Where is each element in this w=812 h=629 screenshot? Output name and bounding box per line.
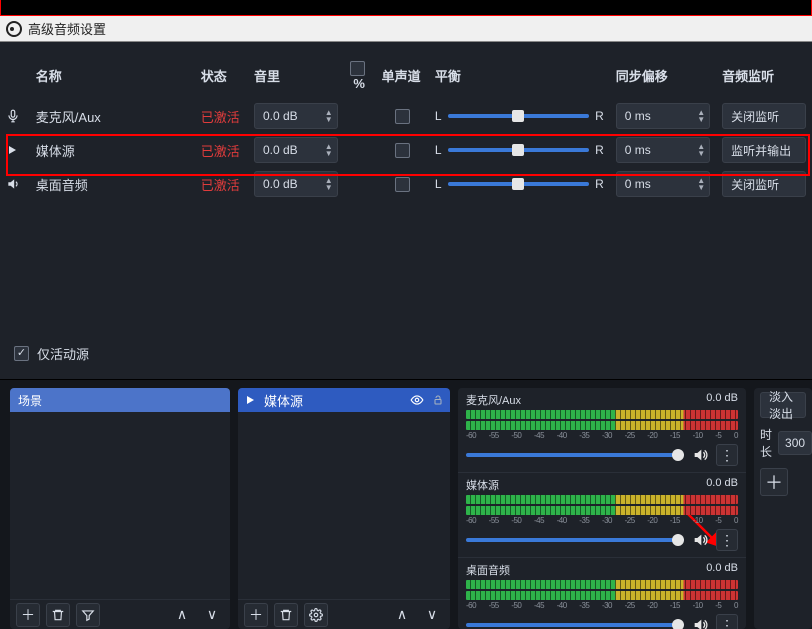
mixer-channel: 媒体源 0.0 dB -60-55-50-45-40-35-30-25-20-15… — [458, 473, 746, 558]
scene-filters-button[interactable] — [76, 603, 100, 627]
add-transition-button[interactable]: ＋ — [760, 468, 788, 496]
monitor-dropdown[interactable]: 监听并输出 — [722, 137, 806, 163]
header-sync: 同步偏移 — [610, 52, 716, 99]
source-name: 桌面音频 — [30, 167, 195, 201]
balance-left-label: L — [435, 177, 442, 191]
source-item-media[interactable]: 媒体源 — [238, 388, 450, 412]
obs-logo-icon — [6, 21, 22, 37]
volume-slider[interactable] — [466, 453, 684, 457]
db-scale: -60-55-50-45-40-35-30-25-20-15-10-50 — [466, 516, 738, 525]
balance-left-label: L — [435, 143, 442, 157]
volume-spinbox[interactable]: 0.0 dB▲▼ — [254, 171, 338, 197]
duration-input[interactable]: 300 — [778, 431, 812, 455]
scene-item[interactable]: 场景 — [10, 388, 230, 412]
header-name: 名称 — [30, 52, 195, 99]
volume-slider[interactable] — [466, 623, 684, 627]
source-type-icon — [0, 99, 30, 133]
source-name: 麦克风/Aux — [30, 99, 195, 133]
balance-slider[interactable] — [448, 148, 590, 152]
channel-name: 桌面音频 — [466, 562, 510, 578]
balance-right-label: R — [595, 109, 604, 123]
delete-scene-button[interactable] — [46, 603, 70, 627]
speaker-icon[interactable] — [692, 447, 708, 463]
level-meter — [466, 580, 738, 589]
scenes-panel: 场景 ＋ ∧ ∨ — [10, 388, 230, 629]
channel-name: 媒体源 — [466, 477, 499, 493]
channel-menu-button[interactable]: ⋮ — [716, 444, 738, 466]
add-source-button[interactable]: ＋ — [244, 603, 268, 627]
sync-offset-spinbox[interactable]: 0 ms▲▼ — [616, 137, 710, 163]
channel-menu-button[interactable]: ⋮ — [716, 529, 738, 551]
mono-checkbox[interactable] — [395, 109, 410, 124]
level-meter — [466, 421, 738, 430]
source-item-label: 媒体源 — [264, 391, 303, 410]
speaker-icon[interactable] — [692, 617, 708, 629]
header-volume: 音里 — [248, 52, 344, 99]
lock-icon[interactable] — [432, 394, 444, 406]
audio-mixer-panel: 麦克风/Aux 0.0 dB -60-55-50-45-40-35-30-25-2… — [458, 388, 746, 629]
eye-icon[interactable] — [410, 393, 424, 407]
volume-spinbox[interactable]: 0.0 dB▲▼ — [254, 137, 338, 163]
channel-name: 麦克风/Aux — [466, 392, 521, 408]
balance-left-label: L — [435, 109, 442, 123]
dialog-title: 高级音频设置 — [28, 19, 106, 38]
channel-menu-button[interactable]: ⋮ — [716, 614, 738, 629]
scene-down-button[interactable]: ∨ — [200, 603, 224, 627]
dialog-title-bar[interactable]: 高级音频设置 — [0, 16, 812, 42]
mixer-channel: 麦克风/Aux 0.0 dB -60-55-50-45-40-35-30-25-2… — [458, 388, 746, 473]
add-scene-button[interactable]: ＋ — [16, 603, 40, 627]
status-label: 已激活 — [195, 167, 248, 201]
source-down-button[interactable]: ∨ — [420, 603, 444, 627]
sources-panel: 媒体源 ＋ ∧ ∨ — [238, 388, 450, 629]
scene-up-button[interactable]: ∧ — [170, 603, 194, 627]
transition-dropdown[interactable]: 淡入淡出 — [760, 392, 806, 418]
source-name: 媒体源 — [30, 133, 195, 167]
volume-slider[interactable] — [466, 538, 684, 542]
active-only-checkbox[interactable] — [14, 346, 29, 361]
speaker-icon[interactable] — [692, 532, 708, 548]
table-row: 麦克风/Aux 已激活 0.0 dB▲▼ L R 0 ms▲▼ 关闭监听 — [0, 99, 812, 133]
channel-level: 0.0 dB — [706, 477, 738, 493]
header-balance: 平衡 — [429, 52, 610, 99]
header-monitor: 音频监听 — [716, 52, 812, 99]
mono-checkbox[interactable] — [395, 177, 410, 192]
advanced-audio-table: 名称 状态 音里 % 单声道 平衡 同步偏移 音频监听 麦克风/Aux 已激活 … — [0, 52, 812, 201]
header-percent: % — [344, 52, 376, 99]
mixer-channel: 桌面音频 0.0 dB -60-55-50-45-40-35-30-25-20-1… — [458, 558, 746, 629]
source-up-button[interactable]: ∧ — [390, 603, 414, 627]
channel-level: 0.0 dB — [706, 392, 738, 408]
balance-right-label: R — [595, 177, 604, 191]
channel-level: 0.0 dB — [706, 562, 738, 578]
level-meter — [466, 410, 738, 419]
db-scale: -60-55-50-45-40-35-30-25-20-15-10-50 — [466, 601, 738, 610]
level-meter — [466, 495, 738, 504]
sync-offset-spinbox[interactable]: 0 ms▲▼ — [616, 103, 710, 129]
level-meter — [466, 506, 738, 515]
volume-spinbox[interactable]: 0.0 dB▲▼ — [254, 103, 338, 129]
header-mono: 单声道 — [376, 52, 429, 99]
transitions-panel: 淡入淡出 时长 300 ＋ — [754, 388, 812, 629]
balance-slider[interactable] — [448, 182, 590, 186]
delete-source-button[interactable] — [274, 603, 298, 627]
balance-slider[interactable] — [448, 114, 590, 118]
duration-label: 时长 — [760, 426, 772, 460]
monitor-dropdown[interactable]: 关闭监听 — [722, 103, 806, 129]
source-type-icon — [0, 167, 30, 201]
db-scale: -60-55-50-45-40-35-30-25-20-15-10-50 — [466, 431, 738, 440]
source-properties-button[interactable] — [304, 603, 328, 627]
source-type-icon — [0, 133, 30, 167]
play-icon — [244, 394, 256, 406]
balance-right-label: R — [595, 143, 604, 157]
monitor-dropdown[interactable]: 关闭监听 — [722, 171, 806, 197]
level-meter — [466, 591, 738, 600]
table-row: 媒体源 已激活 0.0 dB▲▼ L R 0 ms▲▼ 监听并输出 — [0, 133, 812, 167]
percent-checkbox[interactable] — [350, 61, 365, 76]
table-row: 桌面音频 已激活 0.0 dB▲▼ L R 0 ms▲▼ 关闭监听 — [0, 167, 812, 201]
sync-offset-spinbox[interactable]: 0 ms▲▼ — [616, 171, 710, 197]
header-status: 状态 — [195, 52, 248, 99]
active-only-label: 仅活动源 — [37, 344, 89, 363]
status-label: 已激活 — [195, 133, 248, 167]
mono-checkbox[interactable] — [395, 143, 410, 158]
status-label: 已激活 — [195, 99, 248, 133]
